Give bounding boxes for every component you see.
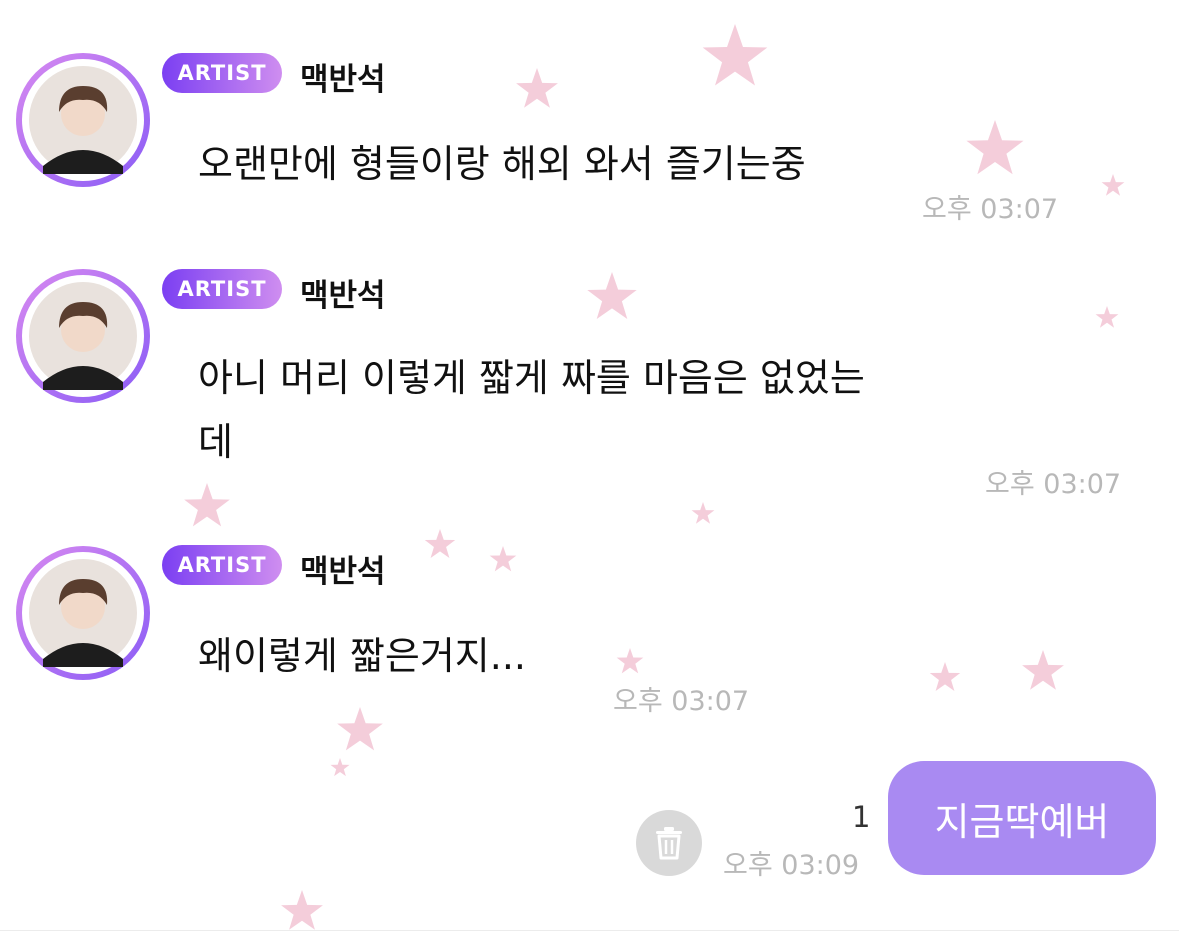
star-icon xyxy=(184,483,230,527)
unread-count: 1 xyxy=(852,800,871,834)
artist-badge: ARTIST xyxy=(162,269,282,309)
message-text: 오랜만에 형들이랑 해외 와서 즐기는중 xyxy=(198,142,806,186)
sender-name: 맥반석 xyxy=(300,554,386,590)
star-icon xyxy=(616,648,644,674)
star-icon xyxy=(337,707,383,751)
star-icon xyxy=(587,272,637,320)
sender-name: 맥반석 xyxy=(300,62,386,98)
message-time: 오후 03:07 xyxy=(922,194,1059,225)
star-icon xyxy=(516,68,558,108)
avatar-person-icon xyxy=(29,66,137,174)
delete-button[interactable] xyxy=(636,810,702,876)
divider xyxy=(0,930,1179,931)
message-time: 오후 03:07 xyxy=(613,686,750,717)
message-text-line-2: 데 xyxy=(198,420,233,464)
star-icon xyxy=(330,758,350,777)
message-time: 오후 03:07 xyxy=(985,469,1122,500)
star-icon xyxy=(691,502,715,524)
avatar-person-icon xyxy=(29,559,137,667)
star-icon xyxy=(702,24,768,86)
my-message-text: 지금딱예버 xyxy=(934,799,1110,844)
star-icon xyxy=(1095,306,1119,328)
star-icon xyxy=(929,662,961,691)
avatar[interactable] xyxy=(16,53,150,187)
avatar-person-icon xyxy=(29,282,137,390)
star-icon xyxy=(489,546,517,572)
sender-name: 맥반석 xyxy=(300,278,386,314)
trash-icon xyxy=(656,827,682,860)
avatar[interactable] xyxy=(16,546,150,680)
message-text-line-1: 아니 머리 이렇게 짧게 짜를 마음은 없었는 xyxy=(198,356,865,400)
star-icon xyxy=(1022,650,1064,690)
artist-badge: ARTIST xyxy=(162,53,282,93)
my-message-time: 오후 03:09 xyxy=(723,850,860,881)
star-icon xyxy=(424,529,456,558)
star-icon xyxy=(1101,174,1125,196)
star-icon xyxy=(966,120,1024,175)
star-icon xyxy=(281,890,323,930)
my-message-bubble[interactable]: 지금딱예버 xyxy=(888,761,1156,875)
artist-badge: ARTIST xyxy=(162,545,282,585)
message-text: 왜이렇게 짧은거지... xyxy=(198,634,526,678)
avatar[interactable] xyxy=(16,269,150,403)
